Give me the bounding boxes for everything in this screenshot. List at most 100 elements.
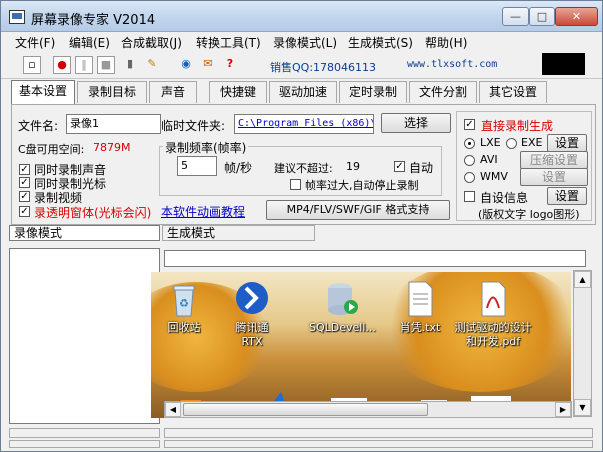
fps-unit: 帧/秒 — [224, 161, 253, 175]
desktop-icon-sqldeveloper: SQLDevell... — [309, 280, 376, 335]
tab-target[interactable]: 录制目标 — [77, 81, 147, 103]
menu-help[interactable]: 帮助(H) — [425, 34, 467, 51]
gift-icon[interactable]: ✉ — [199, 56, 217, 74]
settings-tabs: 基本设置 录制目标 声音 快捷键 驱动加速 定时录制 文件分割 其它设置 — [11, 80, 596, 104]
fps-group-title: 录制频率(帧率) — [163, 139, 249, 156]
temp-folder-label: 临时文件夹: — [161, 119, 226, 133]
scroll-down-arrow-icon[interactable]: ▼ — [574, 399, 591, 416]
fps-max-label: 建议不超过: — [274, 162, 333, 175]
app-logo-icon — [9, 10, 25, 24]
maximize-button[interactable]: □ — [529, 7, 555, 26]
record-sound-checkbox[interactable]: ✓ — [19, 164, 30, 175]
video-preview: ♻ 回收站 腾讯通RTX SQLDevell... 肖凭.txt 测试驱动的设计… — [151, 272, 571, 418]
sales-qq: 销售QQ:178046113 — [270, 61, 377, 74]
scroll-right-arrow-icon[interactable]: ▶ — [555, 402, 571, 417]
svg-text:♻: ♻ — [179, 297, 189, 310]
desktop-icon-label: SQLDevell... — [309, 321, 376, 334]
website-link[interactable]: www.tlxsoft.com — [407, 59, 497, 70]
rtx-icon — [236, 282, 268, 314]
desktop-icon-label: 测试驱动的设计和开发.pdf — [454, 321, 532, 348]
left-status-bar-1 — [9, 428, 160, 438]
lower-area: 录像模式 生成模式 ♻ 回收站 腾讯通RTX SQLDevell... 肖凭.t — [9, 225, 596, 448]
menu-bar: 文件(F) 编辑(E) 合成截取(J) 转换工具(T) 录像模式(L) 生成模式… — [1, 32, 602, 51]
title-bar: 屏幕录像专家 V2014 — □ ✕ — [1, 1, 602, 32]
stop-icon[interactable]: ■ — [97, 56, 115, 74]
format-support-button[interactable]: MP4/FLV/SWF/GIF 格式支持 — [266, 200, 450, 220]
choose-folder-button[interactable]: 选择 — [381, 113, 451, 133]
tab-hotkey[interactable]: 快捷键 — [209, 81, 267, 103]
scroll-up-arrow-icon[interactable]: ▲ — [574, 271, 591, 288]
desktop-icon-pdf: 测试驱动的设计和开发.pdf — [453, 280, 533, 349]
recycle-bin-icon: ♻ — [173, 285, 195, 317]
recording-list[interactable] — [9, 248, 160, 424]
menu-record-mode[interactable]: 录像模式(L) — [273, 34, 337, 51]
preview-black-box — [542, 53, 585, 75]
copyright-logo-label: (版权文字 logo图形) — [478, 208, 580, 221]
record-cursor-checkbox[interactable]: ✓ — [19, 177, 30, 188]
fps-max-value: 19 — [346, 160, 360, 173]
text-file-icon — [408, 281, 433, 317]
tab-basic[interactable]: 基本设置 — [11, 80, 75, 104]
tutorial-link[interactable]: 本软件动画教程 — [161, 203, 245, 220]
new-file-icon[interactable]: ▫ — [23, 56, 41, 74]
record-icon[interactable]: ● — [53, 56, 71, 74]
record-transparent-label: 录透明窗体(光标会闪) — [34, 206, 152, 220]
preview-vertical-scrollbar[interactable]: ▲ ▼ — [573, 270, 592, 417]
minimize-button[interactable]: — — [502, 7, 529, 26]
left-status-bar-2 — [9, 440, 160, 448]
auto-fps-checkbox[interactable]: ✓ — [394, 161, 405, 172]
avi-radio[interactable] — [464, 155, 475, 166]
custom-info-checkbox[interactable] — [464, 191, 475, 202]
lxe-settings-button[interactable]: 设置 — [547, 134, 587, 152]
filename-label: 文件名: — [18, 119, 59, 133]
brush-icon[interactable]: ✎ — [143, 56, 161, 74]
menu-convert[interactable]: 转换工具(T) — [196, 34, 261, 51]
wmv-settings-button[interactable]: 设置 — [520, 168, 588, 186]
direct-generate-checkbox[interactable]: ✓ — [464, 119, 475, 130]
temp-folder-input[interactable]: C:\Program Files (x86)\ — [234, 114, 374, 134]
timeline-bar[interactable] — [164, 250, 586, 267]
exe-radio[interactable] — [506, 138, 517, 149]
desktop-icon-label: 回收站 — [167, 321, 201, 334]
menu-file[interactable]: 文件(F) — [15, 34, 55, 51]
tab-split[interactable]: 文件分割 — [409, 81, 477, 103]
menu-compose[interactable]: 合成截取(J) — [121, 34, 182, 51]
record-mode-tab[interactable]: 录像模式 — [9, 225, 160, 241]
close-button[interactable]: ✕ — [555, 7, 598, 26]
horizontal-scroll-thumb[interactable] — [183, 403, 428, 416]
camera-icon[interactable]: ▮ — [121, 56, 139, 74]
custom-info-settings-button[interactable]: 设置 — [547, 187, 587, 205]
compress-settings-button[interactable]: 压缩设置 — [520, 151, 588, 169]
desktop-icon-rtx: 腾讯通RTX — [227, 280, 277, 349]
gen-mode-tab[interactable]: 生成模式 — [162, 225, 315, 241]
preview-horizontal-scrollbar[interactable]: ◀ ▶ — [164, 401, 572, 418]
desktop-icon-label: 腾讯通RTX — [235, 321, 269, 348]
record-transparent-checkbox[interactable]: ✓ — [19, 206, 30, 217]
wmv-radio[interactable] — [464, 172, 475, 183]
tab-other[interactable]: 其它设置 — [479, 81, 547, 103]
desktop-icon-recycle: ♻ 回收站 — [159, 280, 209, 335]
fps-input[interactable]: 5 — [177, 156, 217, 176]
tab-driver[interactable]: 驱动加速 — [269, 81, 337, 103]
help-icon[interactable]: ? — [221, 56, 239, 74]
lxe-radio[interactable] — [464, 138, 475, 149]
desktop-icon-label: 肖凭.txt — [399, 321, 441, 334]
scroll-left-arrow-icon[interactable]: ◀ — [165, 402, 181, 417]
filename-input[interactable]: 录像1 — [66, 114, 161, 134]
wmv-label: WMV — [480, 170, 508, 183]
auto-stop-checkbox[interactable] — [290, 179, 301, 190]
sql-developer-icon — [328, 283, 358, 315]
pause-icon[interactable]: ‖ — [75, 56, 93, 74]
menu-edit[interactable]: 编辑(E) — [69, 34, 110, 51]
lxe-label: LXE — [480, 136, 501, 149]
globe-icon[interactable]: ◉ — [177, 56, 195, 74]
exe-label: EXE — [521, 136, 543, 149]
app-window: 屏幕录像专家 V2014 — □ ✕ 文件(F) 编辑(E) 合成截取(J) 转… — [0, 0, 603, 452]
tab-sound[interactable]: 声音 — [149, 81, 197, 103]
menu-gen-mode[interactable]: 生成模式(S) — [348, 34, 413, 51]
toolbar: ▫ ● ‖ ■ ▮ ✎ ◉ ✉ ? 销售QQ:178046113 www.tlx… — [1, 51, 602, 79]
tab-timer[interactable]: 定时录制 — [339, 81, 407, 103]
record-video-checkbox[interactable]: ✓ — [19, 191, 30, 202]
custom-info-label: 自设信息 — [480, 191, 529, 205]
avi-label: AVI — [480, 153, 498, 166]
